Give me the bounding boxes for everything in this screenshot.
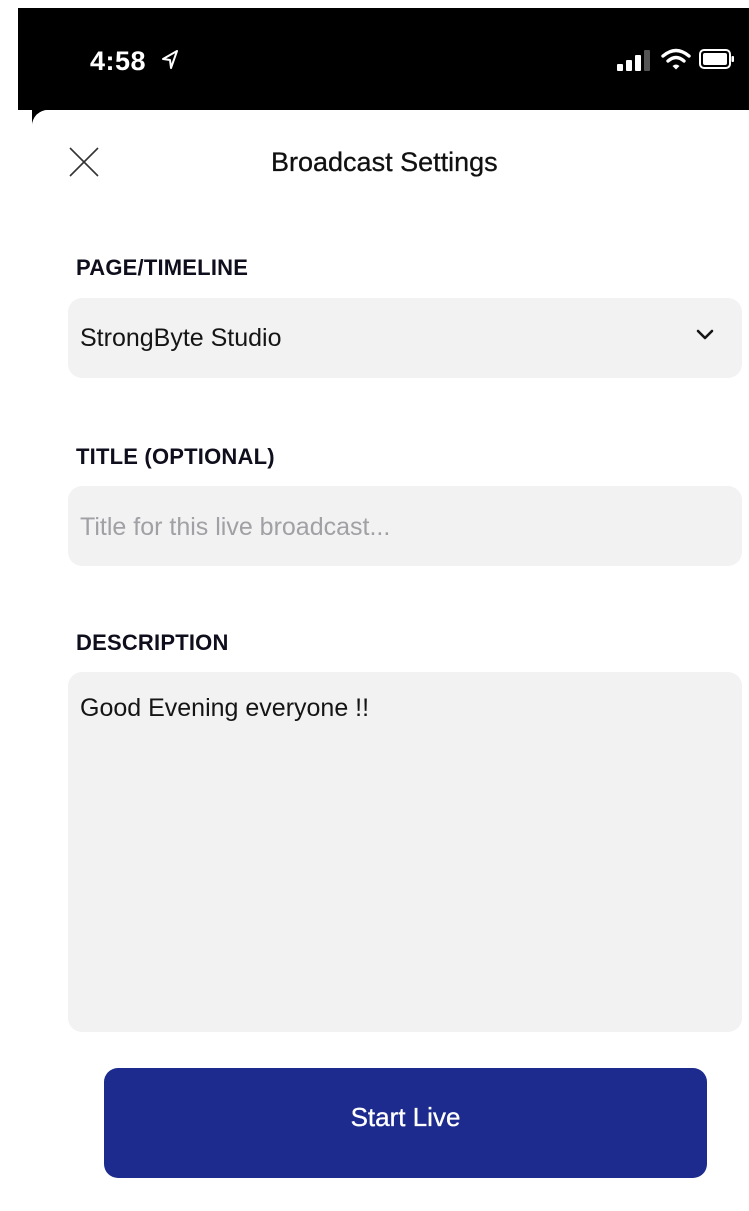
location-arrow-icon: [162, 50, 178, 69]
battery-icon: [699, 49, 734, 69]
description-value: Good Evening everyone !!: [80, 694, 370, 722]
title-input[interactable]: Title for this live broadcast...: [68, 486, 742, 566]
cellular-signal-icon: [617, 50, 650, 71]
status-time: 4:58: [90, 46, 147, 76]
status-bar: 4:58: [18, 8, 749, 110]
description-label: DESCRIPTION: [76, 630, 229, 655]
close-icon[interactable]: [68, 146, 100, 178]
left-margin: [0, 0, 18, 1211]
page-title: Broadcast Settings: [271, 147, 498, 177]
page-timeline-label: PAGE/TIMELINE: [76, 255, 249, 280]
wifi-icon: [661, 48, 691, 70]
start-live-button[interactable]: Start Live: [104, 1068, 707, 1178]
page-timeline-select[interactable]: StrongByte Studio: [68, 298, 742, 378]
start-live-label: Start Live: [350, 1102, 461, 1132]
description-textarea[interactable]: Good Evening everyone !!: [68, 672, 742, 1032]
status-icons: [615, 47, 735, 77]
title-label: TITLE (OPTIONAL): [76, 444, 275, 469]
broadcast-settings-screen: 4:58 Broadcast Settings PAGE/TIMELINE St…: [0, 0, 749, 1211]
title-placeholder: Title for this live broadcast...: [80, 513, 391, 541]
page-timeline-value: StrongByte Studio: [80, 324, 282, 352]
chevron-down-icon: [696, 329, 714, 340]
